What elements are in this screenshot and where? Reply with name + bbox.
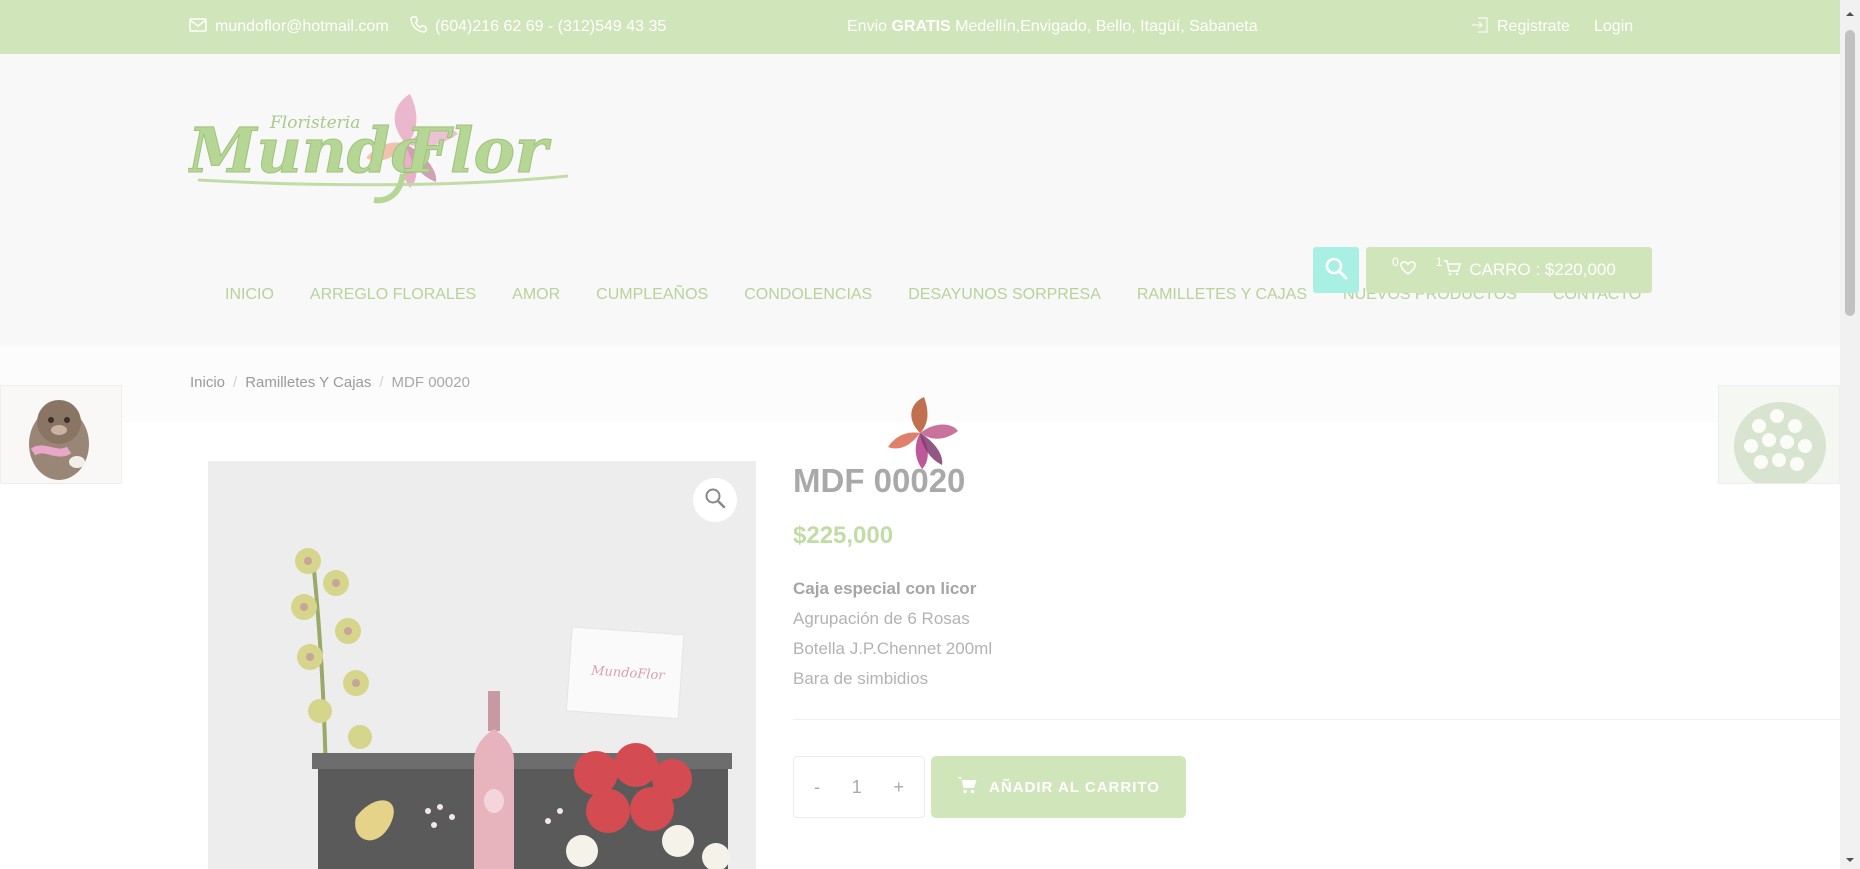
cart-icon: [957, 776, 977, 798]
breadcrumb-ramilletes-y-cajas[interactable]: Ramilletes Y Cajas: [245, 374, 371, 391]
description-lead: Caja especial con licor: [793, 579, 977, 598]
description-line: Bara de simbidios: [793, 669, 929, 688]
add-to-cart-label: AÑADIR AL CARRITO: [989, 778, 1160, 796]
description-line: Botella J.P.Chennet 200ml: [793, 639, 993, 658]
contact-phone-text: (604)216 62 69 - (312)549 43 35: [435, 18, 667, 35]
site-header: Floristeria Mundo Flor INICIO ARREGLO FL…: [0, 54, 1840, 346]
wishlist-count: 0: [1392, 255, 1399, 269]
svg-text:Mundo: Mundo: [188, 114, 432, 187]
next-product-thumbnail[interactable]: [1718, 385, 1840, 484]
breadcrumb-current: MDF 00020: [391, 374, 470, 391]
breadcrumb-separator: /: [233, 374, 238, 391]
free-shipping-promo: Envio GRATIS Medellín,Envigado, Bello, I…: [847, 0, 1258, 54]
previous-product-thumbnail[interactable]: [0, 385, 122, 484]
contact-phone[interactable]: (604)216 62 69 - (312)549 43 35: [410, 0, 666, 54]
sign-in-icon: [1471, 16, 1489, 39]
product-image[interactable]: MundoFlor: [208, 461, 756, 869]
promo-prefix: Envio: [847, 18, 892, 35]
section-divider: [793, 719, 1843, 720]
add-to-cart-button[interactable]: AÑADIR AL CARRITO: [931, 756, 1186, 818]
search-icon: [1324, 256, 1348, 285]
top-bar: mundoflor@hotmail.com (604)216 62 69 - (…: [0, 0, 1840, 54]
mail-icon: [189, 17, 207, 37]
quantity-decrease-button[interactable]: -: [814, 777, 820, 798]
quantity-input[interactable]: 1: [852, 777, 862, 798]
nav-ramilletes-y-cajas[interactable]: RAMILLETES Y CAJAS: [1119, 279, 1325, 311]
magnifier-icon: [704, 487, 726, 514]
register-text: Registrate: [1497, 18, 1570, 35]
cart-button[interactable]: 0 1 CARRO : $220,000: [1366, 247, 1652, 293]
product-title: MDF 00020: [793, 462, 966, 499]
nav-inicio[interactable]: INICIO: [207, 279, 292, 311]
quantity-stepper: - 1 +: [793, 756, 925, 818]
nav-cumpleanos[interactable]: CUMPLEAÑOS: [578, 279, 726, 311]
scroll-down-arrow-icon[interactable]: [1845, 852, 1855, 862]
promo-bold: GRATIS: [891, 18, 951, 35]
scroll-up-arrow-icon[interactable]: [1845, 6, 1855, 16]
product-price: $225,000: [793, 522, 894, 549]
nav-arreglo-florales[interactable]: ARREGLO FLORALES: [292, 279, 494, 311]
nav-desayunos-sorpresa[interactable]: DESAYUNOS SORPRESA: [890, 279, 1119, 311]
heart-icon: [1399, 260, 1416, 280]
quantity-increase-button[interactable]: +: [893, 777, 904, 798]
login-text: Login: [1594, 18, 1634, 35]
promo-suffix: Medellín,Envigado, Bello, Itagüí, Sabane…: [950, 18, 1258, 35]
nav-amor[interactable]: AMOR: [494, 279, 578, 311]
breadcrumb-inicio[interactable]: Inicio: [190, 374, 225, 391]
breadcrumb: Inicio / Ramilletes Y Cajas / MDF 00020: [190, 374, 470, 391]
register-link[interactable]: Registrate: [1471, 0, 1570, 54]
scrollbar-thumb[interactable]: [1845, 30, 1855, 316]
description-line: Agrupación de 6 Rosas: [793, 609, 970, 628]
search-button[interactable]: [1313, 247, 1359, 293]
site-logo[interactable]: Floristeria Mundo Flor: [186, 84, 578, 254]
breadcrumb-separator: /: [379, 374, 384, 391]
cart-icon: [1443, 259, 1462, 281]
contact-email[interactable]: mundoflor@hotmail.com: [189, 0, 389, 54]
zoom-button[interactable]: [693, 478, 737, 522]
svg-text:Flor: Flor: [404, 114, 552, 187]
login-link[interactable]: Login: [1594, 0, 1633, 54]
cart-total-label: CARRO : $220,000: [1469, 260, 1616, 279]
cart-count: 1: [1435, 255, 1443, 269]
product-description: Caja especial con licor Agrupación de 6 …: [793, 574, 992, 694]
loading-leaf-icon: [880, 395, 960, 470]
contact-email-text: mundoflor@hotmail.com: [215, 18, 389, 35]
phone-icon: [410, 16, 427, 38]
nav-condolencias[interactable]: CONDOLENCIAS: [726, 279, 890, 311]
